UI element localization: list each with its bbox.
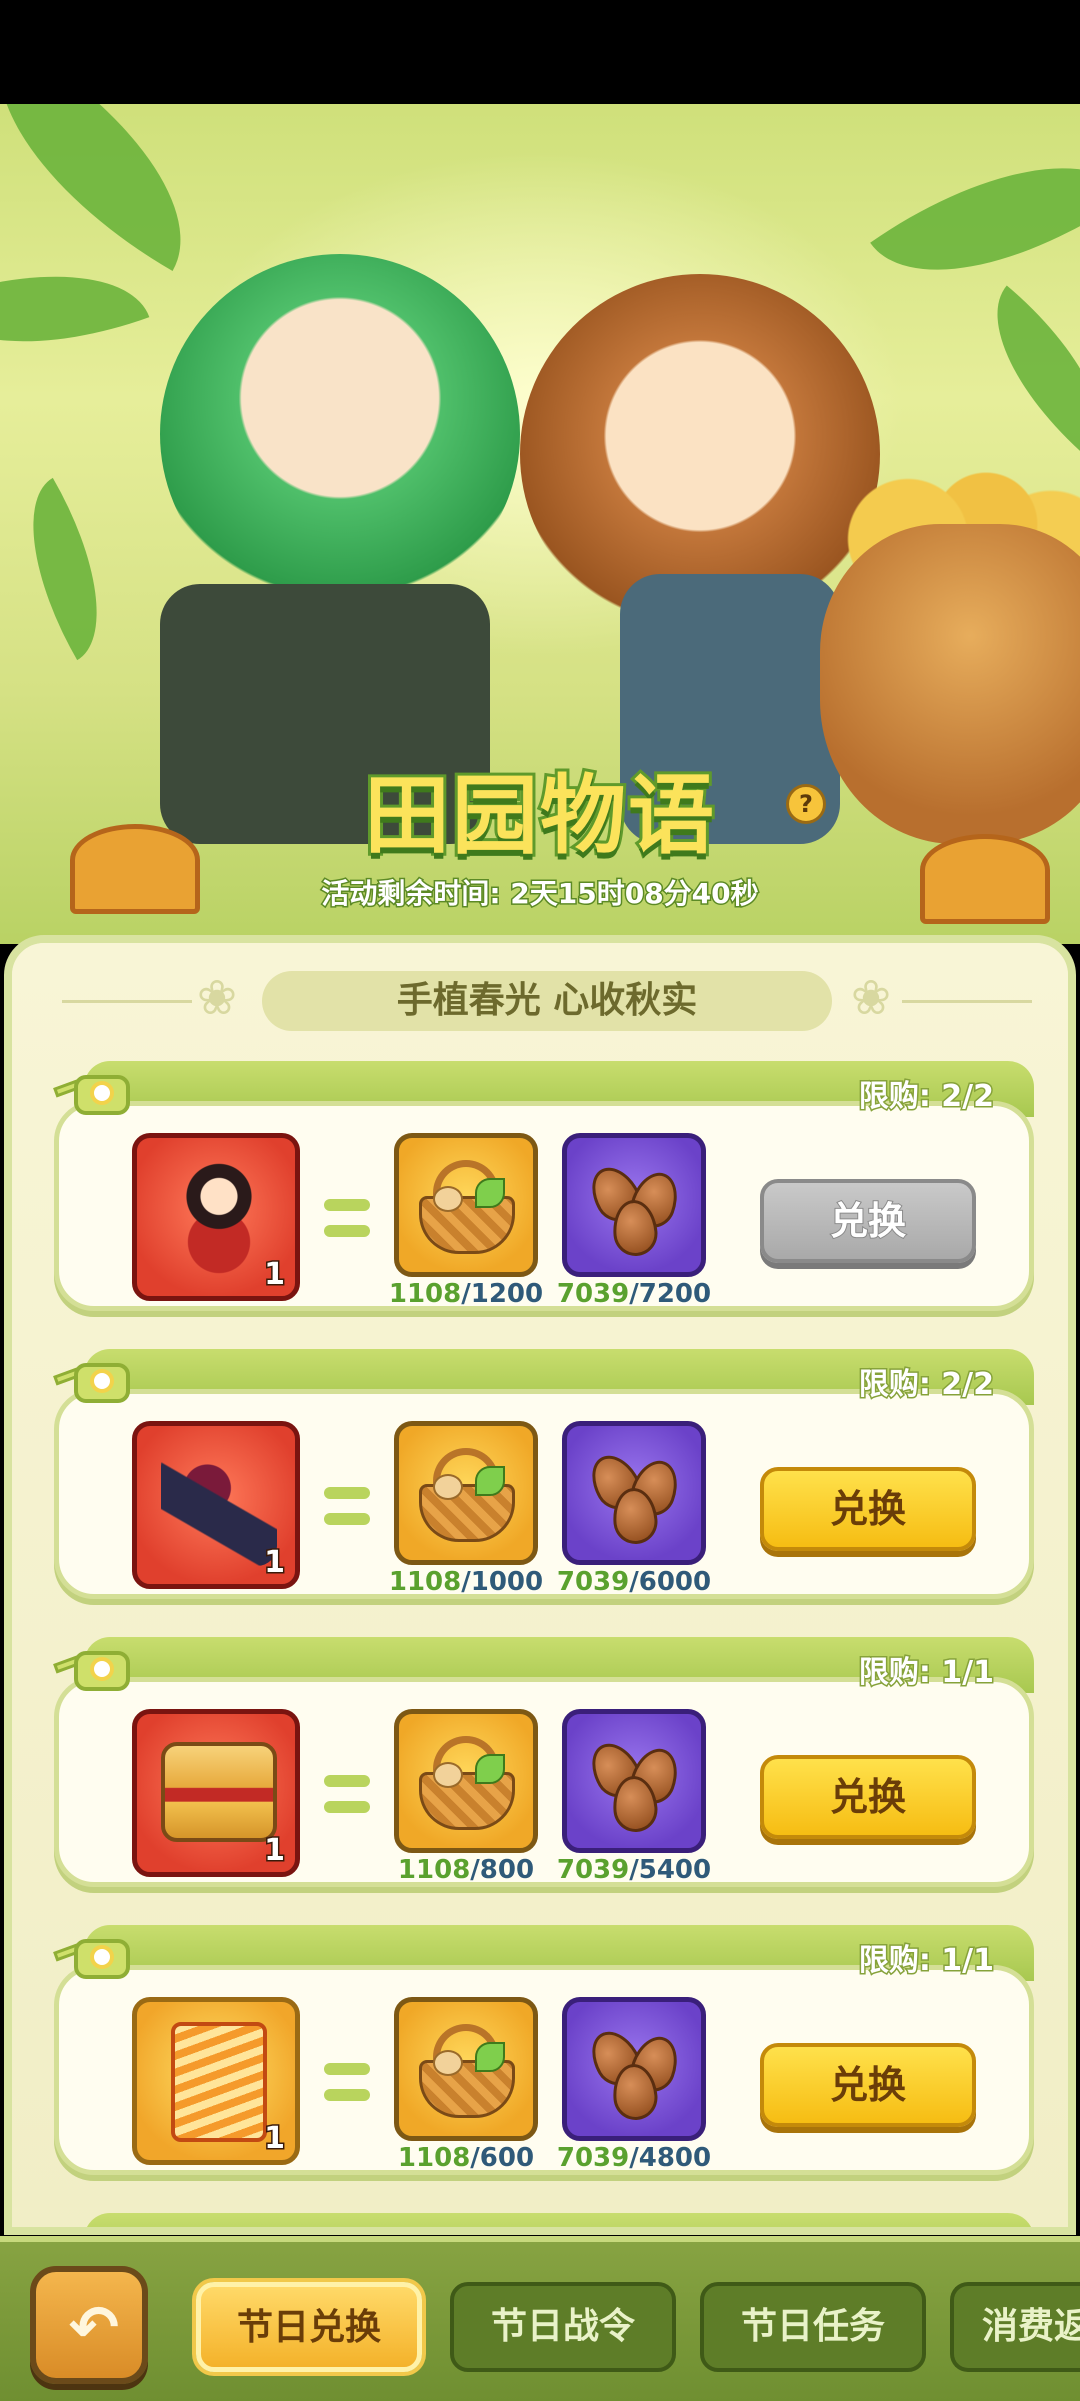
divider-line: [62, 1000, 192, 1003]
watering-can-icon: [54, 2221, 138, 2227]
event-banner: 田园物语 ? 活动剩余时间: 2天15时08分40秒: [0, 104, 1080, 944]
tab-festival-exchange[interactable]: 节日兑换: [196, 2282, 422, 2372]
equals-icon: [324, 1775, 370, 1813]
seed-count: 7039/4800: [556, 2143, 712, 2173]
event-timer: 活动剩余时间: 2天15时08分40秒: [320, 876, 760, 912]
blaster-weapon-icon: [161, 1446, 277, 1566]
panel-subtitle: 手植春光 心收秋实: [262, 971, 832, 1031]
cost-seed-item[interactable]: [562, 1997, 706, 2141]
leaf-decoration: [0, 104, 233, 271]
exchange-card: 限购: 1/1 1 1108/800 7039/5400 兑换: [53, 1637, 1034, 1889]
flower-ornament-icon: ❀: [196, 970, 238, 1026]
vegetable-basket-icon: [415, 1160, 519, 1256]
reward-quantity: 1: [263, 1544, 287, 1582]
back-arrow-icon: ↶: [68, 2293, 120, 2363]
tab-festival-tasks[interactable]: 节日任务: [700, 2282, 926, 2372]
cost-basket-item[interactable]: [394, 1997, 538, 2141]
exchange-card: 限购: 2/2 1 1108/1200 7039/7200 兑换: [53, 1061, 1034, 1313]
reward-item-treasure-chest[interactable]: 1: [132, 1709, 300, 1877]
flower-ornament-icon: ❀: [850, 970, 892, 1026]
watering-can-icon: [53, 1645, 138, 1697]
seed-count: 7039/7200: [556, 1279, 712, 1309]
status-bar: [0, 0, 1080, 104]
exchange-card-partial: [54, 2213, 1034, 2227]
tornado-card-icon: [171, 2022, 267, 2142]
seed-count: 7039/6000: [556, 1567, 712, 1597]
purchase-limit: 限购: 2/2: [857, 1078, 995, 1116]
green-hair-girl-character: [160, 254, 520, 614]
seeds-icon: [581, 2022, 687, 2122]
cost-seed-item[interactable]: [562, 1709, 706, 1853]
basket-count: 1108/600: [397, 2143, 535, 2173]
purchase-limit: 限购: 1/1: [857, 1942, 995, 1980]
exchange-panel: ❀ 手植春光 心收秋实 ❀ 限购: 2/2 1 1108/1200 7039/7…: [4, 935, 1076, 2235]
watering-can-icon: [53, 1069, 138, 1121]
purchase-limit: 限购: 1/1: [857, 1654, 995, 1692]
leaf-decoration: [0, 232, 150, 386]
tab-festival-battle-pass[interactable]: 节日战令: [450, 2282, 676, 2372]
event-title-logo: 田园物语: [361, 763, 717, 869]
reward-item-pirate-character[interactable]: 1: [132, 1133, 300, 1301]
leaf-decoration: [955, 285, 1080, 463]
question-icon[interactable]: ?: [786, 784, 826, 824]
leaf-decoration: [0, 477, 138, 661]
divider-line: [902, 1000, 1032, 1003]
watering-can-icon: [53, 1933, 138, 1985]
exchange-button[interactable]: 兑换: [760, 1755, 976, 1839]
reward-quantity: 1: [263, 1832, 287, 1870]
exchange-button[interactable]: 兑换: [760, 1467, 976, 1551]
reward-quantity: 1: [263, 1256, 287, 1294]
equals-icon: [324, 1487, 370, 1525]
seeds-icon: [581, 1158, 687, 1258]
card-header: [84, 2213, 1034, 2227]
reward-item-blaster[interactable]: 1: [132, 1421, 300, 1589]
basket-decoration: [820, 524, 1080, 844]
exchange-card: 限购: 2/2 1 1108/1000 7039/6000 兑换: [53, 1349, 1034, 1601]
purchase-limit: 限购: 2/2: [857, 1366, 995, 1404]
vegetable-basket-icon: [415, 1736, 519, 1832]
reward-quantity: 1: [263, 2120, 287, 2158]
cost-seed-item[interactable]: [562, 1133, 706, 1277]
exchange-button[interactable]: 兑换: [760, 2043, 976, 2127]
seeds-icon: [581, 1446, 687, 1546]
cost-basket-item[interactable]: [394, 1133, 538, 1277]
seeds-icon: [581, 1734, 687, 1834]
cost-basket-item[interactable]: [394, 1421, 538, 1565]
watering-can-icon: [53, 1357, 138, 1409]
basket-count: 1108/1200: [388, 1279, 544, 1309]
treasure-chest-icon: [161, 1742, 277, 1842]
leaf-decoration: [870, 105, 1080, 333]
pirate-character-icon: [161, 1158, 277, 1278]
barn-decoration: [70, 824, 200, 914]
reward-item-tornado-card[interactable]: 1: [132, 1997, 300, 2165]
basket-count: 1108/1000: [388, 1567, 544, 1597]
vegetable-basket-icon: [415, 2024, 519, 2120]
tab-spending-rebate[interactable]: 消费返: [950, 2282, 1080, 2372]
cost-basket-item[interactable]: [394, 1709, 538, 1853]
vegetable-basket-icon: [415, 1448, 519, 1544]
exchange-button[interactable]: 兑换: [760, 1179, 976, 1263]
cost-seed-item[interactable]: [562, 1421, 706, 1565]
barn-decoration: [920, 834, 1050, 924]
exchange-card: 限购: 1/1 1 1108/600 7039/4800 兑换: [53, 1925, 1034, 2177]
back-button[interactable]: ↶: [30, 2266, 148, 2384]
equals-icon: [324, 2063, 370, 2101]
seed-count: 7039/5400: [556, 1855, 712, 1885]
bottom-tab-bar: ↶ 节日兑换 节日战令 节日任务 消费返: [0, 2236, 1080, 2401]
basket-count: 1108/800: [397, 1855, 535, 1885]
equals-icon: [324, 1199, 370, 1237]
